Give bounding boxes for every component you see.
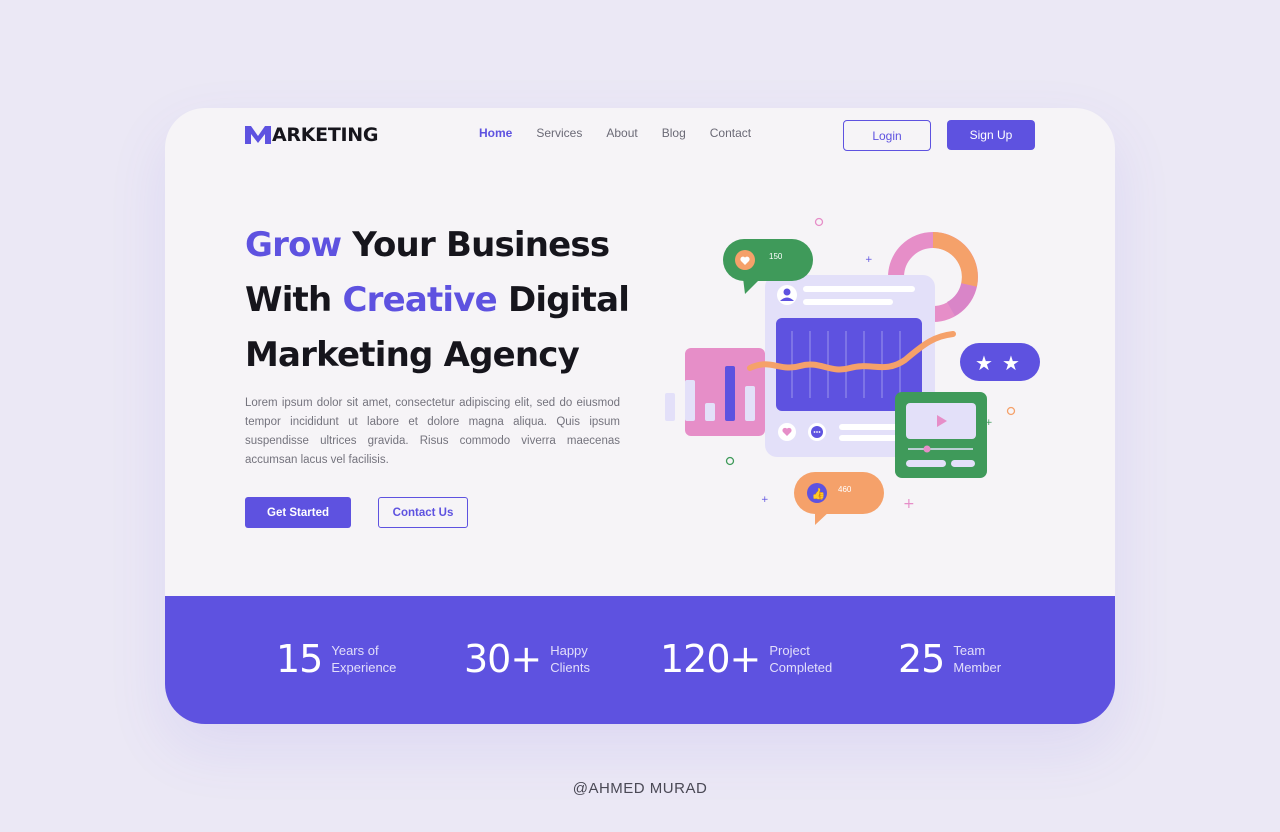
thumbs-up-icon: 👍 (812, 488, 826, 501)
stat-value: 120+ (660, 637, 761, 681)
stat-projects: 120+ Project Completed (660, 636, 832, 682)
signup-button[interactable]: Sign Up (947, 120, 1035, 150)
rating-pill: ★ ★ (960, 343, 1040, 381)
stat-value: 30+ (464, 637, 542, 681)
stat-label: Project Completed (769, 643, 833, 675)
headline-highlight-creative: Creative (342, 280, 497, 320)
hero-headline: Grow Your Business With Creative Digital… (245, 218, 630, 383)
stat-label: Years of Experience (331, 643, 397, 675)
hero-illustration: + + + + + (665, 217, 1040, 525)
nav-item-services[interactable]: Services (536, 126, 582, 140)
headline-line2-prefix: With (245, 280, 343, 320)
nav-item-home[interactable]: Home (479, 126, 512, 140)
stat-clients: 30+ Happy Clients (464, 636, 590, 682)
login-button[interactable]: Login (843, 120, 931, 151)
stat-team: 25 Team Member (898, 636, 1001, 682)
star-icon: ★ (1002, 351, 1020, 375)
nav-item-contact[interactable]: Contact (710, 126, 751, 140)
author-credit: @AHMED MURAD (572, 780, 708, 797)
thumbs-bubble: 👍 460 (794, 472, 884, 525)
brand-name: ARKETING (272, 124, 379, 146)
stat-value: 25 (898, 637, 945, 681)
chat-icon (811, 426, 823, 438)
star-icon: ★ (975, 351, 993, 375)
headline-highlight-grow: Grow (245, 225, 342, 265)
nav-item-about[interactable]: About (606, 126, 637, 140)
contact-us-button[interactable]: Contact Us (378, 497, 468, 528)
landing-page-card: ARKETING Home Services About Blog Contac… (165, 108, 1115, 724)
video-card-graphic (895, 392, 987, 478)
hero-description: Lorem ipsum dolor sit amet, consectetur … (245, 397, 620, 466)
brand-logo[interactable]: ARKETING (245, 123, 378, 147)
stat-label: Team Member (953, 643, 1002, 675)
headline-line2-suffix: Digital (496, 280, 630, 320)
headline-line1: Your Business (341, 225, 610, 265)
get-started-button[interactable]: Get Started (245, 497, 351, 528)
bar-chart-card-graphic (665, 348, 765, 436)
nav-item-blog[interactable]: Blog (662, 126, 686, 140)
stats-band: 15 Years of Experience 30+ Happy Clients 1… (165, 596, 1115, 724)
likes-count: 150 (769, 252, 783, 261)
stat-value: 15 (276, 637, 323, 681)
stat-years: 15 Years of Experience (276, 636, 396, 682)
main-nav: Home Services About Blog Contact (479, 126, 751, 140)
headline-line3: Marketing Agency (245, 335, 580, 375)
logo-mark-icon (245, 126, 271, 144)
svg-text:+: + (761, 495, 769, 505)
svg-text:+: + (865, 255, 873, 265)
stat-label: Happy Clients (550, 643, 590, 675)
thumbs-count: 460 (838, 485, 852, 494)
svg-text:+: + (903, 496, 915, 512)
